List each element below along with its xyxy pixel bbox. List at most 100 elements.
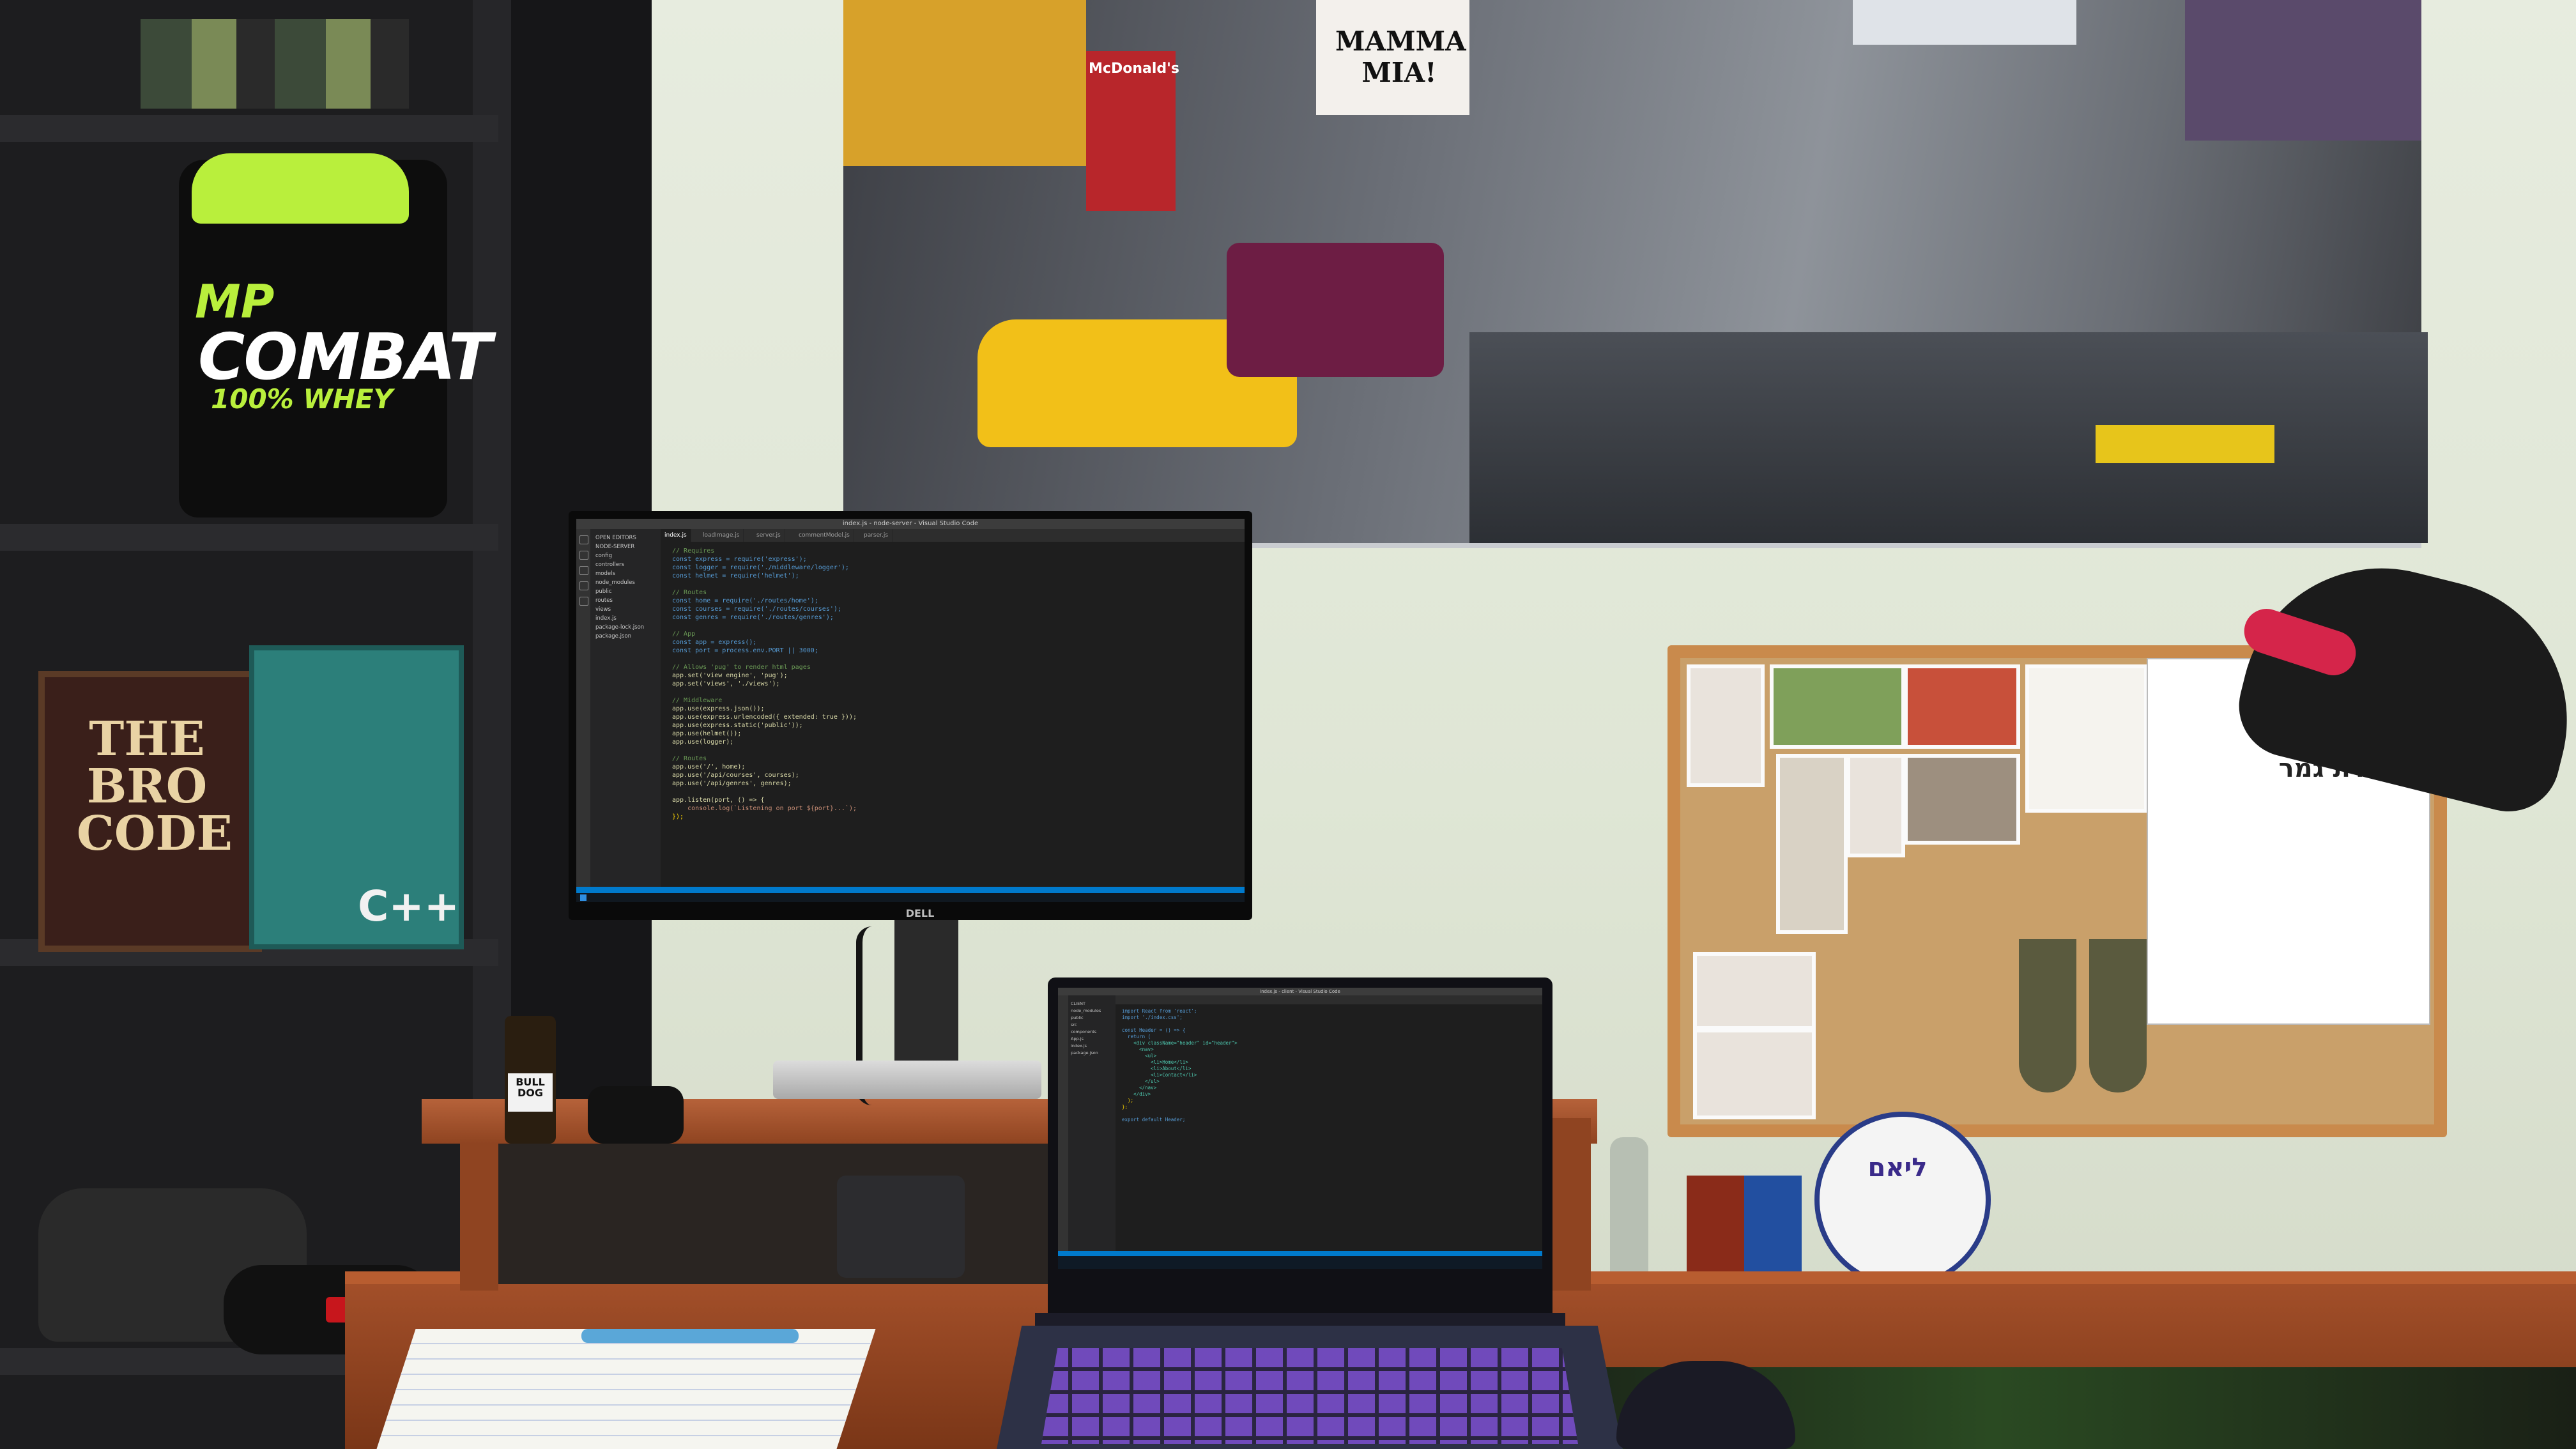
photo (1693, 1029, 1816, 1119)
editor-tab[interactable]: commentModel.js (795, 529, 854, 542)
code-line: const app = express(); (672, 639, 757, 646)
explorer-item[interactable]: public (595, 588, 612, 595)
explorer-item[interactable]: node_modules (1071, 1008, 1101, 1014)
monitor-stand-base (773, 1061, 1041, 1099)
explorer-item[interactable]: controllers (595, 561, 624, 569)
monitor-screen: index.js - node-server - Visual Studio C… (576, 519, 1245, 902)
code-line: <ul> (1122, 1053, 1157, 1059)
explorer-item[interactable]: components (1071, 1029, 1096, 1035)
vscode-activity-bar (1058, 995, 1068, 1251)
poster-sky (1853, 0, 2076, 45)
code-line: <nav> (1122, 1046, 1154, 1052)
editor-tab[interactable]: parser.js (860, 529, 893, 542)
code-line: const helmet = require('helmet'); (672, 572, 799, 579)
code-line: // Requires (672, 548, 715, 555)
code-line: export default Header; (1122, 1117, 1186, 1123)
explorer-item[interactable]: index.js (595, 615, 617, 622)
code-line: </ul> (1122, 1078, 1160, 1084)
vscode-tab-bar: index.js loadImage.js server.js commentMode… (661, 529, 1245, 542)
protein-tub-subtitle: 100% WHEY (211, 383, 393, 415)
code-line: app.set('view engine', 'pug'); (672, 672, 788, 679)
explorer-item[interactable]: index.js (1071, 1043, 1087, 1049)
poster-restaurant-sign: McDonald's (1089, 61, 1179, 77)
files-icon[interactable] (579, 535, 588, 544)
photo (1846, 754, 1905, 857)
source-control-icon[interactable] (579, 566, 588, 575)
code-line: app.use('/api/genres', genres); (672, 780, 792, 787)
photo (1687, 664, 1765, 787)
shelf-board (0, 115, 498, 142)
bottle-label-text: BULL DOG (516, 1076, 545, 1099)
vscode-window-title: index.js - node-server - Visual Studio C… (842, 520, 979, 527)
monitor-stand (894, 907, 958, 1073)
search-icon[interactable] (579, 551, 588, 560)
explorer-item[interactable]: NODE-SERVER (595, 543, 634, 551)
code-line: const logger = require('./middleware/log… (672, 564, 849, 571)
poster-show-sign: MAMMA MIA! (1335, 26, 1466, 88)
vscode-explorer: CLIENT node_modules public src components App… (1068, 995, 1116, 1251)
lego-figure (1744, 1176, 1802, 1278)
explorer-item[interactable]: package-lock.json (595, 624, 644, 631)
poster-billboard (2185, 0, 2421, 141)
code-line: app.use('/', home); (672, 763, 746, 770)
laptop-hinge (1035, 1313, 1565, 1327)
explorer-item[interactable]: App.js (1071, 1036, 1084, 1042)
editor-tab[interactable]: index.js (661, 529, 691, 542)
explorer-item[interactable]: config (595, 552, 612, 560)
code-line: app.use(express.json()); (672, 705, 765, 712)
explorer-item[interactable]: src (1071, 1022, 1077, 1028)
explorer-item[interactable]: package.json (1071, 1050, 1098, 1056)
explorer-item[interactable]: OPEN EDITORS (595, 534, 636, 542)
poster-van (1227, 243, 1444, 377)
editor-tab[interactable]: server.js (753, 529, 785, 542)
code-line: const courses = require('./routes/course… (672, 606, 841, 613)
poster-street (1469, 332, 2428, 543)
book-bro-code-title: THE BRO CODE (77, 712, 233, 861)
code-line: // App (672, 631, 696, 638)
explorer-item[interactable]: package.json (595, 632, 631, 640)
editor-tab[interactable]: loadImage.js (699, 529, 744, 542)
code-line: console.log(`Listening on port ${port}..… (672, 805, 857, 812)
code-line: import './index.css'; (1122, 1015, 1183, 1020)
extensions-icon[interactable] (579, 597, 588, 606)
code-line: app.use(helmet()); (672, 730, 742, 737)
code-line: app.use(express.urlencoded({ extended: t… (672, 714, 857, 721)
code-line: app.use(logger); (672, 739, 734, 746)
vscode-code: // Requires const express = require('expr… (672, 547, 1222, 879)
code-line: return ( (1122, 1034, 1151, 1039)
riser-leg (460, 1144, 498, 1291)
explorer-item[interactable]: CLIENT (1071, 1000, 1085, 1007)
vscode-code: import React from 'react'; import './inde… (1122, 1008, 1531, 1245)
note (2025, 664, 2148, 813)
shelf-board (0, 524, 498, 551)
windows-start-icon[interactable] (580, 894, 586, 901)
code-line: // Allows 'pug' to render html pages (672, 664, 811, 671)
code-line: <div className="header" id="header"> (1122, 1040, 1238, 1046)
code-line: const port = process.env.PORT || 3000; (672, 647, 818, 654)
explorer-item[interactable]: node_modules (595, 579, 635, 586)
photo (1904, 664, 2020, 749)
poster-yellow-stripe (2096, 425, 2274, 463)
code-line: const express = require('express'); (672, 556, 807, 563)
code-line: // Routes (672, 755, 707, 762)
mac-mini (837, 1176, 965, 1278)
military-tag (2089, 939, 2147, 1092)
code-line: const genres = require('./routes/genres'… (672, 614, 834, 621)
explorer-item[interactable]: routes (595, 597, 613, 604)
explorer-item[interactable]: public (1071, 1015, 1084, 1021)
laptop-screen: index.js - client - Visual Studio Code C… (1058, 988, 1542, 1269)
vscode-tab-bar (1116, 995, 1542, 1004)
pen (581, 1329, 799, 1343)
code-line: <li>Home</li> (1122, 1059, 1188, 1065)
book-cpp-title: C++ (358, 882, 460, 931)
photo (1904, 754, 2020, 845)
debug-icon[interactable] (579, 581, 588, 590)
explorer-item[interactable]: views (595, 606, 611, 613)
vscode-window-title: index.js - client - Visual Studio Code (1260, 989, 1340, 994)
lego-figure (1687, 1176, 1744, 1278)
explorer-item[interactable]: models (595, 570, 615, 578)
